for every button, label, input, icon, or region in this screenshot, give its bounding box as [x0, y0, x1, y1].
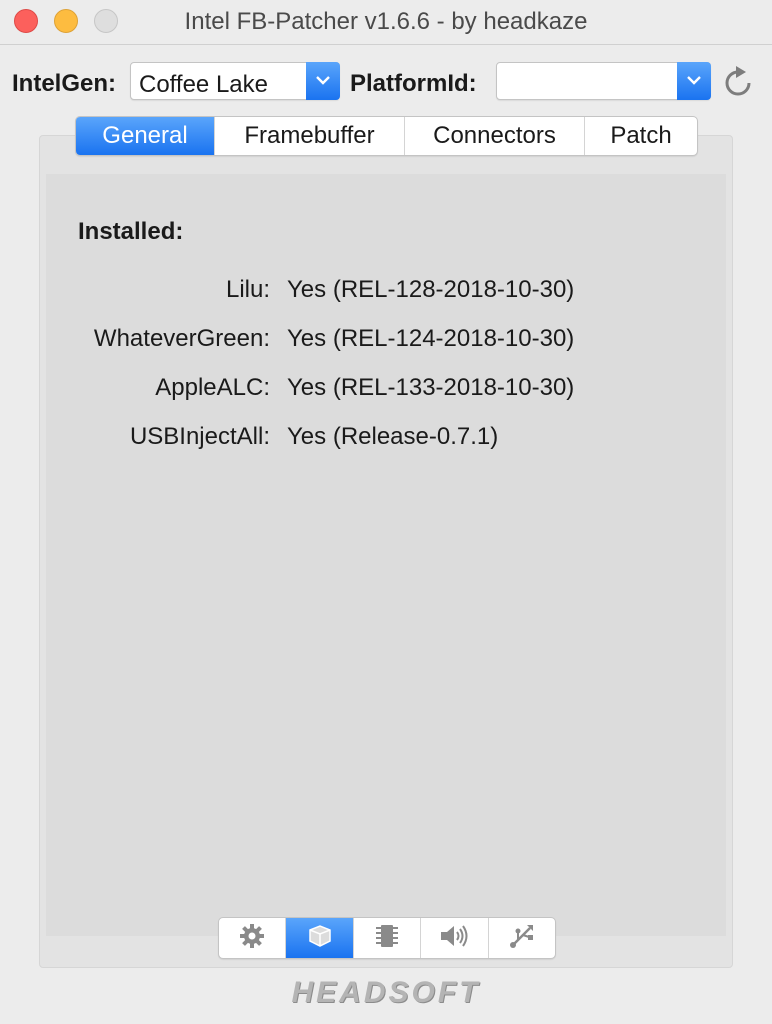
installed-heading: Installed: [78, 218, 184, 245]
platformid-label: PlatformId: [350, 70, 477, 97]
app-window: Intel FB-Patcher v1.6.6 - by headkaze In… [0, 0, 772, 1024]
usbinjectall-value: Yes (Release-0.7.1) [287, 423, 499, 450]
gear-button[interactable] [219, 918, 287, 958]
kext-button[interactable] [286, 918, 354, 958]
whatevergreen-label: WhateverGreen: [93, 325, 270, 352]
refresh-icon[interactable] [719, 64, 757, 107]
usb-button[interactable] [489, 918, 555, 958]
usbinjectall-label: USBInjectAll: [129, 423, 270, 450]
tab-patch[interactable]: Patch [585, 117, 697, 155]
usb-icon [508, 922, 536, 955]
gear-icon [238, 922, 266, 955]
whatevergreen-value: Yes (REL-124-2018-10-30) [287, 325, 575, 352]
chip-button[interactable] [354, 918, 422, 958]
tab-connectors[interactable]: Connectors [405, 117, 585, 155]
lilu-value: Yes (REL-128-2018-10-30) [287, 276, 575, 303]
box-icon [307, 923, 333, 954]
chevron-down-icon [306, 62, 340, 100]
speaker-icon [438, 923, 470, 954]
tab-framebuffer[interactable]: Framebuffer [215, 117, 405, 155]
headsoft-logo: HEADSOFT [291, 976, 481, 1009]
applealc-value: Yes (REL-133-2018-10-30) [287, 374, 575, 401]
bottom-icon-bar [218, 917, 556, 959]
chip-icon [374, 922, 400, 955]
intelgen-label: IntelGen: [12, 70, 117, 97]
chevron-down-icon [677, 62, 711, 100]
intelgen-select[interactable]: Coffee Lake [130, 62, 340, 100]
intelgen-value: Coffee Lake [139, 71, 268, 98]
tab-general[interactable]: General [76, 117, 215, 155]
lilu-label: Lilu: [225, 276, 270, 303]
audio-button[interactable] [421, 918, 489, 958]
content-panel [39, 135, 733, 968]
window-title: Intel FB-Patcher v1.6.6 - by headkaze [184, 8, 588, 35]
title-bar: Intel FB-Patcher v1.6.6 - by headkaze [0, 0, 772, 45]
applealc-label: AppleALC: [155, 374, 270, 401]
tab-bar: General Framebuffer Connectors Patch [75, 116, 698, 156]
platformid-select[interactable] [496, 62, 711, 100]
selector-row: IntelGen: Coffee Lake PlatformId: [0, 60, 772, 104]
